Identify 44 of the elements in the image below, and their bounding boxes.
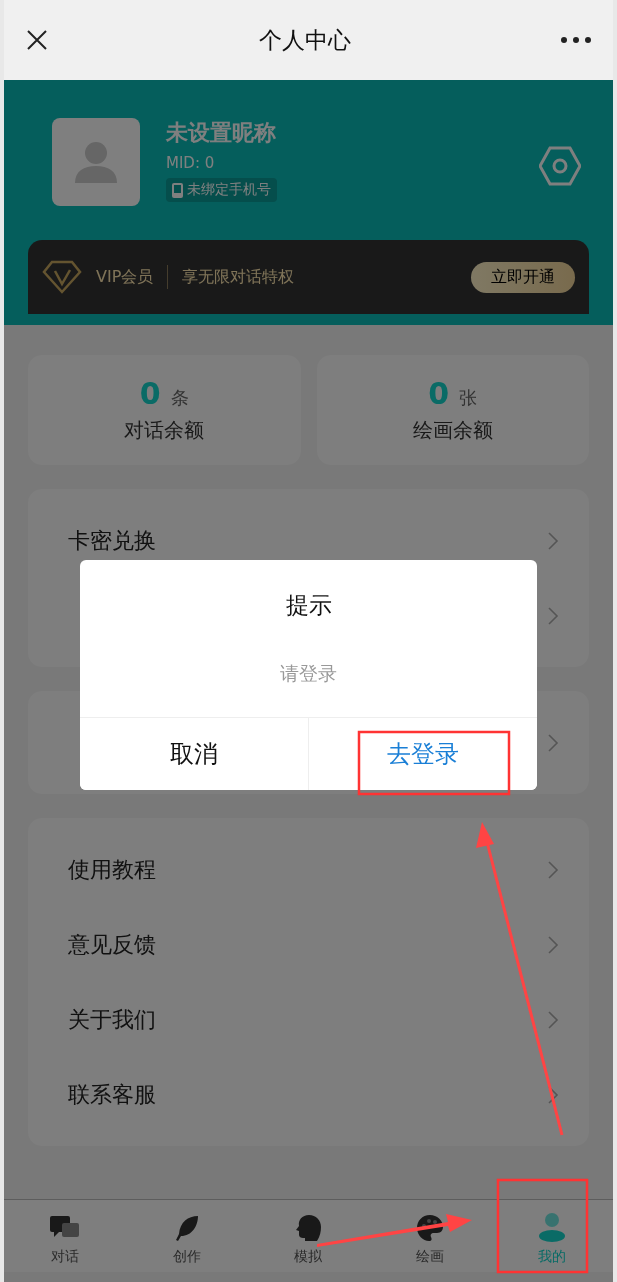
dialog-title: 提示 <box>284 591 333 620</box>
menu-item[interactable]: 联系客服 <box>68 1079 156 1110</box>
person-icon <box>73 139 119 185</box>
tab-label: 绘画 <box>416 1248 445 1266</box>
tab-label: 创作 <box>172 1248 201 1266</box>
menu-item[interactable]: 意见反馈 <box>68 929 156 960</box>
close-icon[interactable] <box>26 29 48 51</box>
menu-item[interactable]: 卡密兑换 <box>68 525 156 556</box>
phone-badge[interactable]: 未绑定手机号 <box>166 178 277 202</box>
member-id: MID: 0 <box>166 154 216 172</box>
tab-item[interactable]: 对话 <box>4 1200 126 1272</box>
tab-item[interactable]: 模拟 <box>247 1200 370 1272</box>
diamond-icon <box>42 260 82 294</box>
tab-item[interactable]: 创作 <box>125 1200 248 1272</box>
chevron-icon <box>547 1009 559 1030</box>
menu-item[interactable]: 使用教程 <box>68 854 156 885</box>
head-profile-icon <box>295 1214 322 1242</box>
nickname: 未设置昵称 <box>166 119 277 147</box>
chevron-icon <box>547 934 559 955</box>
balance-value: 0 <box>428 376 450 411</box>
tab-label: 我的 <box>538 1248 567 1266</box>
login-button[interactable]: 去登录 <box>308 718 537 790</box>
page-title: 个人中心 <box>258 25 351 55</box>
vip-slogan: 享无限对话特权 <box>182 266 295 288</box>
feather-icon <box>173 1214 200 1242</box>
chevron-icon <box>547 530 559 551</box>
balance-unit: 条 <box>170 386 189 410</box>
more-icon[interactable] <box>561 37 591 43</box>
balance-unit: 张 <box>459 386 478 410</box>
balance-label: 对话余额 <box>124 417 205 444</box>
chevron-icon <box>547 732 559 753</box>
chevron-icon <box>547 605 559 626</box>
vip-banner[interactable]: VIP会员 享无限对话特权 立即开通 <box>28 240 589 314</box>
tab-label: 模拟 <box>294 1248 323 1266</box>
phone-badge-text: 未绑定手机号 <box>187 181 271 199</box>
vip-label: VIP会员 <box>96 266 154 288</box>
menu-item[interactable]: 关于我们 <box>68 1004 156 1035</box>
balance-value: 0 <box>139 376 161 411</box>
tab-label: 对话 <box>50 1248 79 1266</box>
activate-button[interactable]: 立即开通 <box>471 261 575 293</box>
chevron-icon <box>547 859 559 880</box>
phone-icon <box>172 182 183 198</box>
balance-label: 绘画余额 <box>412 417 493 444</box>
dialog-message: 请登录 <box>279 661 338 686</box>
